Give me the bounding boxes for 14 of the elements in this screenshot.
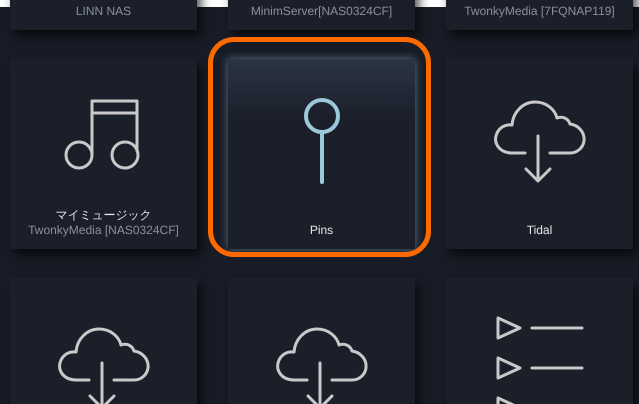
- tile-title: LINN NAS: [76, 4, 132, 20]
- source-tile[interactable]: Tidal: [446, 59, 633, 249]
- tile-title: マイミュージック: [56, 208, 152, 224]
- tile-title: TwonkyMedia [7FQNAP119]: [464, 4, 615, 20]
- pin-icon: [302, 96, 342, 186]
- source-tile[interactable]: マイミュージック TwonkyMedia [NAS0324CF]: [10, 59, 197, 249]
- tile-title: MinimServer[NAS0324CF]: [250, 4, 392, 20]
- source-tile[interactable]: TwonkyMedia [7FQNAP119]: [446, 0, 633, 30]
- source-tile[interactable]: Pins: [228, 59, 415, 249]
- source-tile[interactable]: MinimServer[NAS0324CF]: [228, 0, 415, 30]
- tile-title: Pins: [310, 223, 334, 239]
- source-tile[interactable]: LINN NAS: [10, 0, 197, 30]
- tile-subtitle: TwonkyMedia [NAS0324CF]: [28, 223, 179, 239]
- tile-title: Tidal: [526, 223, 552, 239]
